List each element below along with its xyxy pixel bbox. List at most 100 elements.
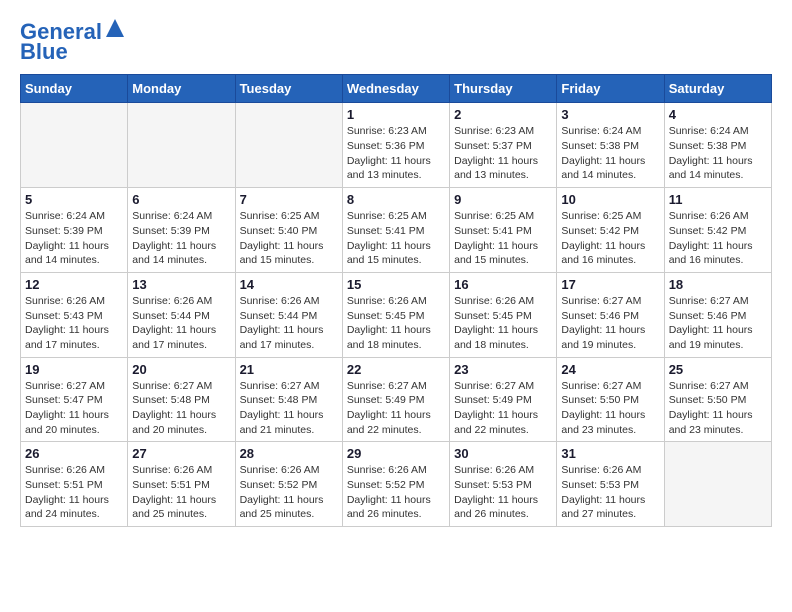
day-number: 19 — [25, 362, 123, 377]
calendar-cell: 21 Sunrise: 6:27 AM Sunset: 5:48 PM Dayli… — [235, 357, 342, 442]
day-number: 8 — [347, 192, 445, 207]
day-info: Sunrise: 6:25 AM Sunset: 5:41 PM Dayligh… — [347, 209, 445, 268]
day-number: 24 — [561, 362, 659, 377]
logo-icon — [104, 17, 126, 39]
day-number: 30 — [454, 446, 552, 461]
day-number: 11 — [669, 192, 767, 207]
day-number: 13 — [132, 277, 230, 292]
calendar-week-row: 26 Sunrise: 6:26 AM Sunset: 5:51 PM Dayli… — [21, 442, 772, 527]
calendar-week-row: 1Sunrise: 6:23 AM Sunset: 5:36 PM Daylig… — [21, 103, 772, 188]
calendar-cell: 8 Sunrise: 6:25 AM Sunset: 5:41 PM Daylig… — [342, 188, 449, 273]
day-number: 14 — [240, 277, 338, 292]
calendar-day-header: Sunday — [21, 75, 128, 103]
calendar-cell: 3Sunrise: 6:24 AM Sunset: 5:38 PM Daylig… — [557, 103, 664, 188]
calendar-cell — [128, 103, 235, 188]
calendar-day-header: Thursday — [450, 75, 557, 103]
day-number: 16 — [454, 277, 552, 292]
day-info: Sunrise: 6:27 AM Sunset: 5:46 PM Dayligh… — [561, 294, 659, 353]
calendar-table: SundayMondayTuesdayWednesdayThursdayFrid… — [20, 74, 772, 527]
day-info: Sunrise: 6:26 AM Sunset: 5:42 PM Dayligh… — [669, 209, 767, 268]
calendar-cell: 18 Sunrise: 6:27 AM Sunset: 5:46 PM Dayli… — [664, 272, 771, 357]
day-info: Sunrise: 6:26 AM Sunset: 5:52 PM Dayligh… — [347, 463, 445, 522]
calendar-cell: 22 Sunrise: 6:27 AM Sunset: 5:49 PM Dayli… — [342, 357, 449, 442]
calendar-cell: 7 Sunrise: 6:25 AM Sunset: 5:40 PM Daylig… — [235, 188, 342, 273]
day-info: Sunrise: 6:25 AM Sunset: 5:40 PM Dayligh… — [240, 209, 338, 268]
calendar-cell: 29 Sunrise: 6:26 AM Sunset: 5:52 PM Dayli… — [342, 442, 449, 527]
day-info: Sunrise: 6:25 AM Sunset: 5:42 PM Dayligh… — [561, 209, 659, 268]
calendar-cell: 11 Sunrise: 6:26 AM Sunset: 5:42 PM Dayli… — [664, 188, 771, 273]
day-info: Sunrise: 6:26 AM Sunset: 5:45 PM Dayligh… — [347, 294, 445, 353]
calendar-cell: 1Sunrise: 6:23 AM Sunset: 5:36 PM Daylig… — [342, 103, 449, 188]
day-number: 10 — [561, 192, 659, 207]
calendar-cell: 24 Sunrise: 6:27 AM Sunset: 5:50 PM Dayli… — [557, 357, 664, 442]
day-number: 21 — [240, 362, 338, 377]
calendar-week-row: 12 Sunrise: 6:26 AM Sunset: 5:43 PM Dayli… — [21, 272, 772, 357]
logo-text-blue: Blue — [20, 40, 68, 64]
day-number: 2 — [454, 107, 552, 122]
day-info: Sunrise: 6:26 AM Sunset: 5:53 PM Dayligh… — [561, 463, 659, 522]
calendar-header-row: SundayMondayTuesdayWednesdayThursdayFrid… — [21, 75, 772, 103]
calendar-cell: 5 Sunrise: 6:24 AM Sunset: 5:39 PM Daylig… — [21, 188, 128, 273]
calendar-day-header: Friday — [557, 75, 664, 103]
day-number: 31 — [561, 446, 659, 461]
day-number: 28 — [240, 446, 338, 461]
day-info: Sunrise: 6:26 AM Sunset: 5:43 PM Dayligh… — [25, 294, 123, 353]
calendar-week-row: 19 Sunrise: 6:27 AM Sunset: 5:47 PM Dayli… — [21, 357, 772, 442]
day-number: 23 — [454, 362, 552, 377]
day-number: 12 — [25, 277, 123, 292]
day-info: Sunrise: 6:24 AM Sunset: 5:39 PM Dayligh… — [25, 209, 123, 268]
calendar-cell: 2 Sunrise: 6:23 AM Sunset: 5:37 PM Daylig… — [450, 103, 557, 188]
day-info: Sunrise: 6:27 AM Sunset: 5:50 PM Dayligh… — [561, 379, 659, 438]
calendar-cell: 9Sunrise: 6:25 AM Sunset: 5:41 PM Daylig… — [450, 188, 557, 273]
calendar-cell — [664, 442, 771, 527]
day-info: Sunrise: 6:27 AM Sunset: 5:49 PM Dayligh… — [347, 379, 445, 438]
day-number: 20 — [132, 362, 230, 377]
day-info: Sunrise: 6:27 AM Sunset: 5:48 PM Dayligh… — [240, 379, 338, 438]
calendar-cell: 20 Sunrise: 6:27 AM Sunset: 5:48 PM Dayli… — [128, 357, 235, 442]
calendar-cell: 31 Sunrise: 6:26 AM Sunset: 5:53 PM Dayli… — [557, 442, 664, 527]
day-info: Sunrise: 6:24 AM Sunset: 5:39 PM Dayligh… — [132, 209, 230, 268]
day-number: 18 — [669, 277, 767, 292]
day-info: Sunrise: 6:26 AM Sunset: 5:45 PM Dayligh… — [454, 294, 552, 353]
day-number: 17 — [561, 277, 659, 292]
calendar-day-header: Tuesday — [235, 75, 342, 103]
calendar-cell: 23 Sunrise: 6:27 AM Sunset: 5:49 PM Dayli… — [450, 357, 557, 442]
page-header: General Blue — [20, 20, 772, 64]
calendar-cell: 4Sunrise: 6:24 AM Sunset: 5:38 PM Daylig… — [664, 103, 771, 188]
calendar-cell: 17 Sunrise: 6:27 AM Sunset: 5:46 PM Dayli… — [557, 272, 664, 357]
calendar-cell — [235, 103, 342, 188]
day-info: Sunrise: 6:26 AM Sunset: 5:51 PM Dayligh… — [132, 463, 230, 522]
day-info: Sunrise: 6:23 AM Sunset: 5:37 PM Dayligh… — [454, 124, 552, 183]
calendar-cell: 16 Sunrise: 6:26 AM Sunset: 5:45 PM Dayli… — [450, 272, 557, 357]
calendar-cell: 6 Sunrise: 6:24 AM Sunset: 5:39 PM Daylig… — [128, 188, 235, 273]
day-number: 27 — [132, 446, 230, 461]
day-number: 5 — [25, 192, 123, 207]
day-info: Sunrise: 6:26 AM Sunset: 5:44 PM Dayligh… — [132, 294, 230, 353]
calendar-cell: 13 Sunrise: 6:26 AM Sunset: 5:44 PM Dayli… — [128, 272, 235, 357]
day-number: 7 — [240, 192, 338, 207]
calendar-cell: 19 Sunrise: 6:27 AM Sunset: 5:47 PM Dayli… — [21, 357, 128, 442]
day-info: Sunrise: 6:27 AM Sunset: 5:48 PM Dayligh… — [132, 379, 230, 438]
day-number: 6 — [132, 192, 230, 207]
day-number: 1 — [347, 107, 445, 122]
calendar-cell: 26Sunrise: 6:26 AM Sunset: 5:51 PM Dayli… — [21, 442, 128, 527]
calendar-cell: 27 Sunrise: 6:26 AM Sunset: 5:51 PM Dayli… — [128, 442, 235, 527]
calendar-cell: 28Sunrise: 6:26 AM Sunset: 5:52 PM Dayli… — [235, 442, 342, 527]
day-info: Sunrise: 6:27 AM Sunset: 5:50 PM Dayligh… — [669, 379, 767, 438]
calendar-cell: 14 Sunrise: 6:26 AM Sunset: 5:44 PM Dayli… — [235, 272, 342, 357]
day-number: 9 — [454, 192, 552, 207]
day-info: Sunrise: 6:27 AM Sunset: 5:47 PM Dayligh… — [25, 379, 123, 438]
day-number: 15 — [347, 277, 445, 292]
day-info: Sunrise: 6:27 AM Sunset: 5:49 PM Dayligh… — [454, 379, 552, 438]
day-number: 26 — [25, 446, 123, 461]
calendar-day-header: Saturday — [664, 75, 771, 103]
day-number: 29 — [347, 446, 445, 461]
day-number: 25 — [669, 362, 767, 377]
day-number: 4 — [669, 107, 767, 122]
day-info: Sunrise: 6:27 AM Sunset: 5:46 PM Dayligh… — [669, 294, 767, 353]
calendar-cell: 25 Sunrise: 6:27 AM Sunset: 5:50 PM Dayli… — [664, 357, 771, 442]
day-info: Sunrise: 6:26 AM Sunset: 5:44 PM Dayligh… — [240, 294, 338, 353]
day-number: 22 — [347, 362, 445, 377]
calendar-day-header: Monday — [128, 75, 235, 103]
logo: General Blue — [20, 20, 126, 64]
